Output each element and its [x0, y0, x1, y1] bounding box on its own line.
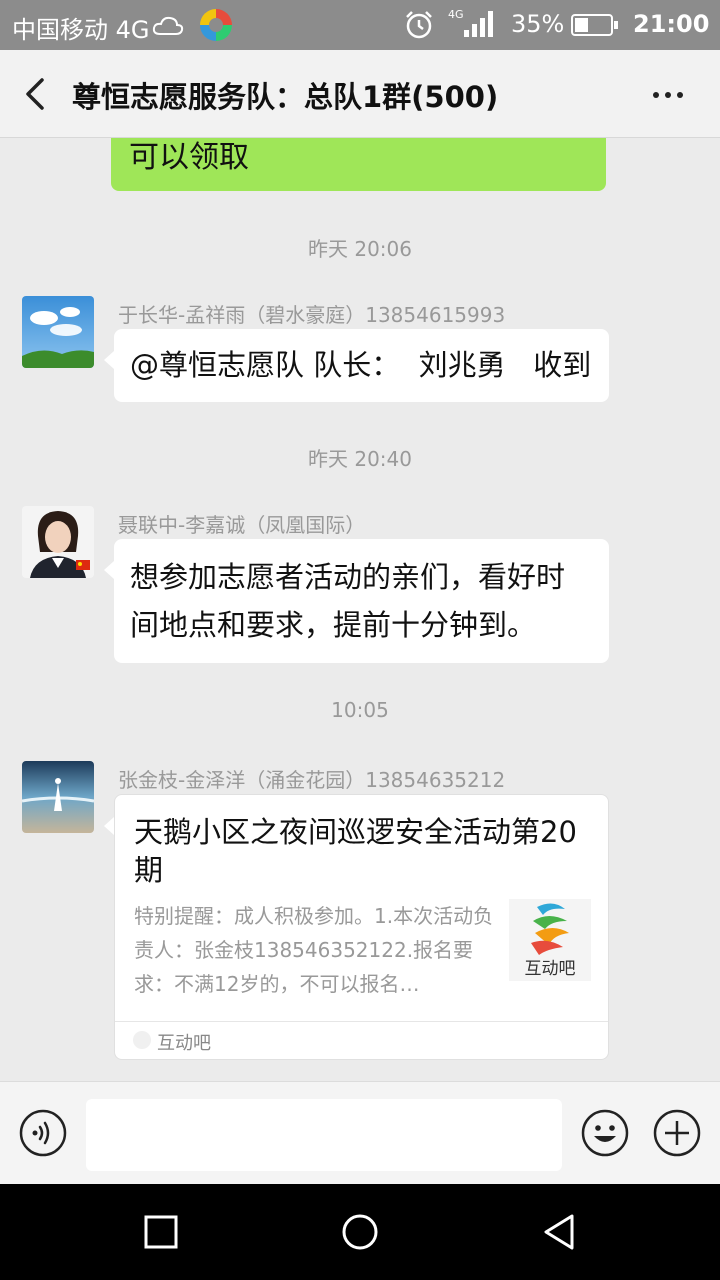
status-bar: 中国移动 4G 4G 35% 21:00 — [0, 0, 720, 50]
chat-header: 尊恒志愿服务队：总队1群(500) — [0, 50, 720, 138]
link-card[interactable]: 天鹅小区之夜间巡逻安全活动第20期 特别提醒：成人积极参加。1.本次活动负责人：… — [104, 794, 609, 1060]
battery-icon — [571, 14, 618, 36]
avatar[interactable] — [22, 506, 94, 578]
timestamp: 10:05 — [331, 698, 389, 722]
card-thumbnail-label: 互动吧 — [524, 959, 576, 979]
network-badge: 4G — [448, 8, 464, 21]
avatar[interactable] — [22, 296, 94, 368]
avatar[interactable] — [22, 761, 94, 833]
alarm-icon — [406, 11, 432, 39]
sender-name: 于长华-孟祥雨（碧水豪庭）13854615993 — [118, 303, 506, 327]
card-title: 天鹅小区之夜间巡逻安全活动第20期 — [134, 815, 577, 887]
portrait-avatar-image — [22, 506, 94, 578]
clock: 21:00 — [633, 10, 710, 38]
timestamp: 昨天 20:06 — [308, 237, 412, 261]
cloud-icon — [152, 16, 184, 35]
message-input[interactable] — [86, 1099, 562, 1171]
card-description: 特别提醒：成人积极参加。1.本次活动负责人：张金枝138546352122.报名… — [134, 904, 494, 996]
card-divider — [115, 1021, 608, 1022]
beach-avatar-image — [22, 761, 94, 833]
app-notification-icon — [200, 9, 232, 41]
emoji-icon[interactable] — [580, 1108, 630, 1158]
carrier-label: 中国移动 4G — [12, 16, 150, 44]
chat-title: 尊恒志愿服务队：总队1群(500) — [72, 80, 499, 114]
message-list[interactable]: 可以领取 昨天 20:06 于长华-孟祥雨（碧水豪庭）13854615993 @… — [0, 138, 720, 1081]
nav-back-icon[interactable] — [540, 1212, 580, 1252]
more-options-icon[interactable] — [648, 80, 688, 110]
sender-name: 张金枝-金泽洋（涌金花园）13854635212 — [118, 768, 506, 792]
card-thumbnail: 互动吧 — [509, 899, 591, 981]
hudongba-logo-icon — [531, 903, 569, 955]
sky-avatar-image — [22, 296, 94, 368]
plus-icon[interactable] — [652, 1108, 702, 1158]
home-icon[interactable] — [340, 1212, 380, 1252]
system-nav-bar — [0, 1184, 720, 1280]
message-text: @尊恒志愿队 队长： 刘兆勇 收到 — [130, 348, 592, 382]
signal-icon: 4G — [448, 8, 493, 37]
battery-percent: 35% — [511, 10, 565, 38]
message-text: 想参加志愿者活动的亲们，看好时间地点和要求，提前十分钟到。 — [130, 560, 566, 642]
sender-name: 聂联中-李嘉诚（凤凰国际） — [118, 513, 366, 537]
message-bubble[interactable]: @尊恒志愿队 队长： 刘兆勇 收到 — [104, 329, 609, 402]
message-bubble[interactable]: 想参加志愿者活动的亲们，看好时间地点和要求，提前十分钟到。 — [104, 539, 609, 663]
input-bar — [0, 1081, 720, 1184]
timestamp: 昨天 20:40 — [308, 447, 412, 471]
source-app-icon — [133, 1031, 151, 1049]
voice-input-icon[interactable] — [18, 1108, 68, 1158]
own-message-text: 可以领取 — [129, 140, 249, 175]
back-arrow-icon[interactable] — [18, 76, 54, 112]
card-source-name: 互动吧 — [157, 1033, 211, 1054]
own-message-bubble[interactable]: 可以领取 — [111, 138, 606, 191]
recent-apps-icon[interactable] — [143, 1214, 179, 1250]
